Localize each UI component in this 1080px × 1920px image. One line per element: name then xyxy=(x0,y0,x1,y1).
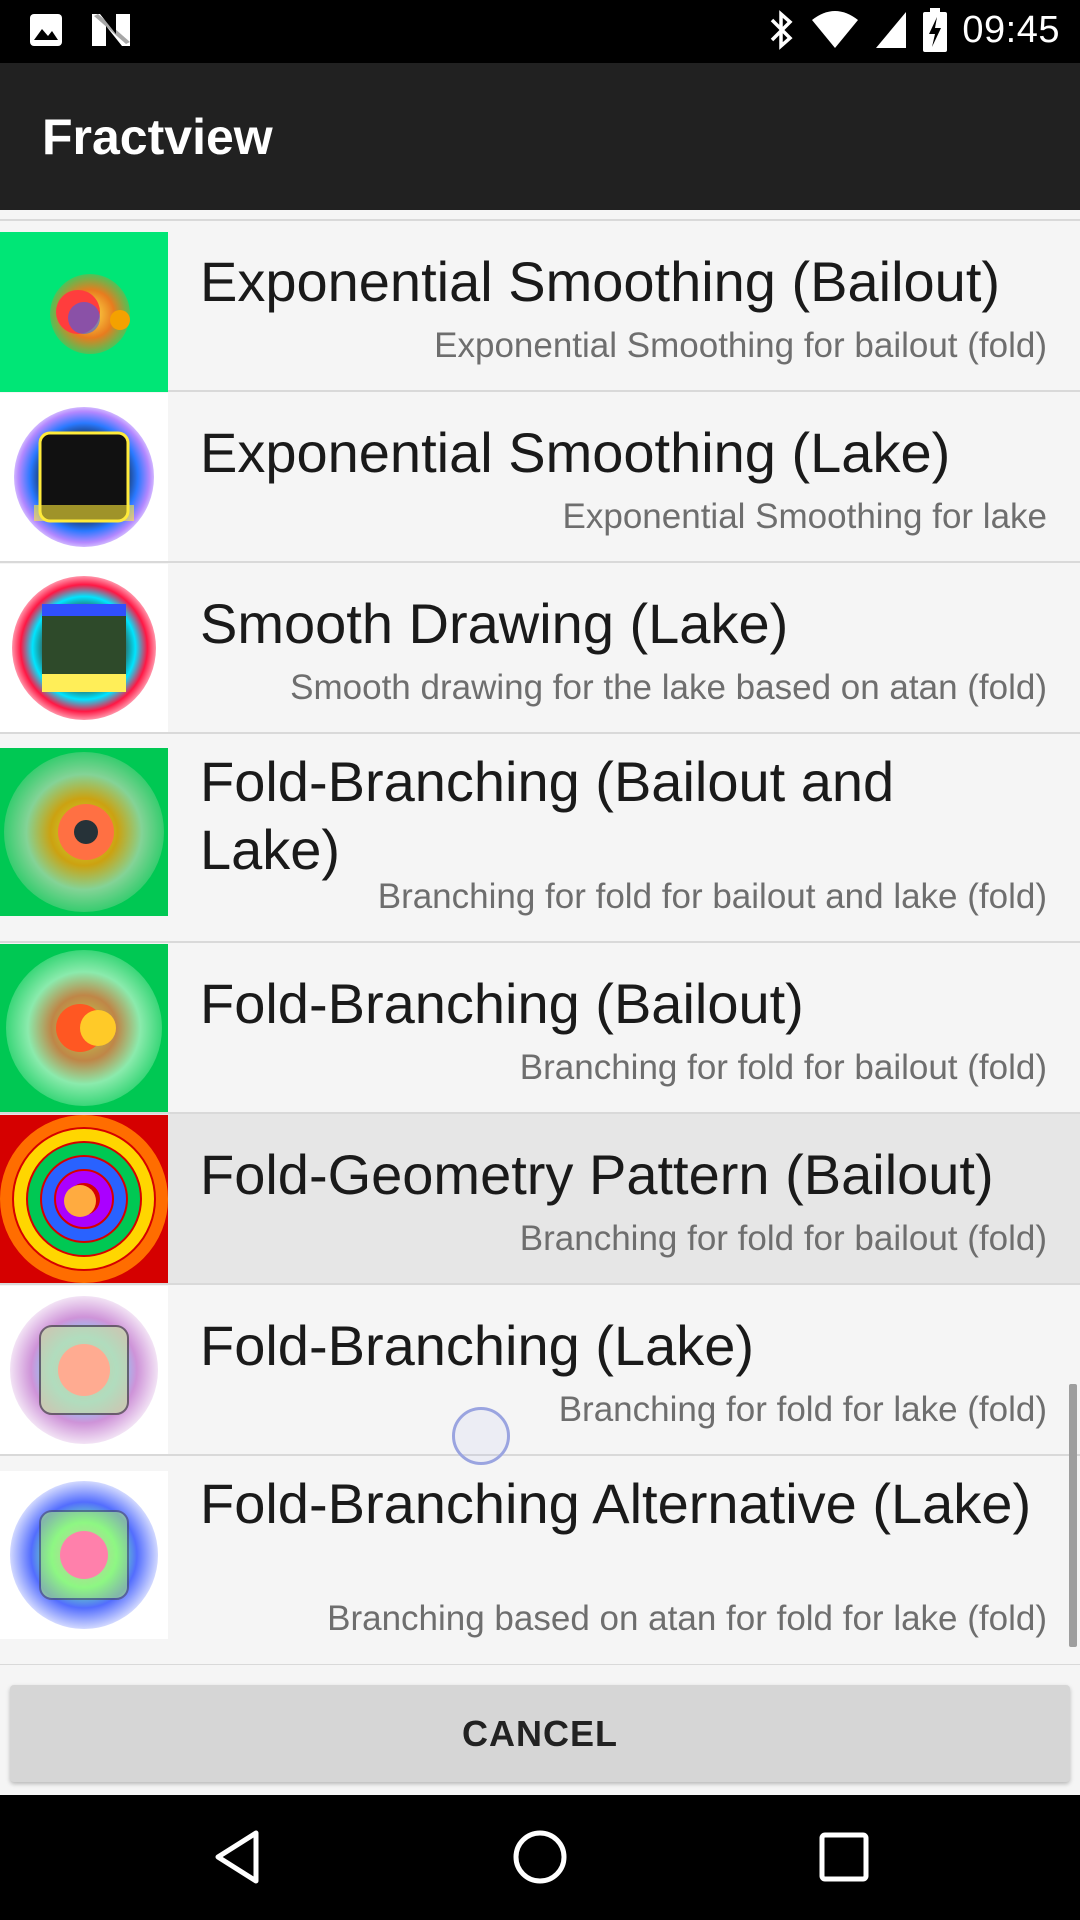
list-item[interactable]: Fold-Branching (Lake) Branching for fold… xyxy=(0,1285,1080,1456)
list-item[interactable]: Smooth Drawing (Lake) Smooth drawing for… xyxy=(0,563,1080,734)
rainbow-lake-thumbnail xyxy=(0,564,168,732)
item-title: Fold-Branching (Bailout) xyxy=(200,972,804,1035)
list-item[interactable]: Exponential Smoothing (Bailout) Exponent… xyxy=(0,221,1080,400)
list-item[interactable]: Fold-Branching Alternative (Lake) Branch… xyxy=(0,1456,1080,1665)
rainbow-star-alt-thumbnail xyxy=(0,1471,168,1639)
item-title: Fold-Branching Alternative (Lake) xyxy=(200,1472,1032,1535)
page-title: Fractview xyxy=(42,109,273,165)
item-title: Fold-Branching (Bailout and Lake) xyxy=(200,750,895,881)
clock: 09:45 xyxy=(962,8,1060,51)
list-item[interactable]: Fold-Branching (Bailout and Lake) Branch… xyxy=(0,734,1080,943)
home-icon[interactable] xyxy=(508,1825,572,1889)
green-branching-thumbnail xyxy=(0,748,168,916)
item-title: Fold-Geometry Pattern (Bailout) xyxy=(200,1143,994,1206)
cell-signal-icon xyxy=(876,12,907,48)
list-item-partial[interactable] xyxy=(0,210,1080,221)
rainbow-geometry-thumbnail xyxy=(0,1115,168,1283)
n-icon xyxy=(92,14,130,46)
back-icon[interactable] xyxy=(206,1825,270,1889)
wifi-icon xyxy=(812,11,859,48)
green-mandelbrot-thumbnail xyxy=(0,232,168,400)
preset-list[interactable]: Exponential Smoothing (Bailout) Exponent… xyxy=(0,210,1080,1665)
item-title: Exponential Smoothing (Bailout) xyxy=(200,250,1001,313)
item-subtitle: Branching for fold for lake (fold) xyxy=(558,1390,1047,1429)
item-title: Smooth Drawing (Lake) xyxy=(200,592,789,655)
item-title: Exponential Smoothing (Lake) xyxy=(200,421,951,484)
rainbow-star-lake-thumbnail xyxy=(0,1286,168,1454)
touch-ripple xyxy=(452,1407,510,1465)
recents-icon[interactable] xyxy=(812,1825,876,1889)
item-subtitle: Exponential Smoothing for bailout (fold) xyxy=(434,326,1047,365)
item-subtitle: Smooth drawing for the lake based on ata… xyxy=(290,668,1047,707)
item-title: Fold-Branching (Lake) xyxy=(200,1314,755,1377)
image-icon xyxy=(30,14,62,46)
item-subtitle: Exponential Smoothing for lake xyxy=(562,497,1047,536)
cancel-button[interactable]: CANCEL xyxy=(10,1685,1070,1782)
bluetooth-icon xyxy=(771,10,793,50)
item-subtitle: Branching for fold for bailout and lake … xyxy=(377,877,1047,916)
list-item[interactable]: Fold-Geometry Pattern (Bailout) Branchin… xyxy=(0,1114,1080,1285)
app-bar: Fractview xyxy=(0,63,1080,210)
green-branching-bailout-thumbnail xyxy=(0,944,168,1112)
battery-charging-icon xyxy=(923,8,948,52)
navigation-bar xyxy=(0,1795,1080,1920)
status-bar: 09:45 xyxy=(0,0,1080,63)
dialog-footer: CANCEL xyxy=(0,1665,1080,1795)
scrollbar[interactable] xyxy=(1069,1384,1077,1647)
item-subtitle: Branching for fold for bailout (fold) xyxy=(519,1048,1047,1087)
item-subtitle: Branching for fold for bailout (fold) xyxy=(519,1219,1047,1258)
item-subtitle: Branching based on atan for fold for lak… xyxy=(327,1599,1047,1638)
dark-lake-thumbnail xyxy=(0,393,168,561)
list-item[interactable]: Exponential Smoothing (Lake) Exponential… xyxy=(0,392,1080,563)
list-item[interactable]: Fold-Branching (Bailout) Branching for f… xyxy=(0,943,1080,1114)
